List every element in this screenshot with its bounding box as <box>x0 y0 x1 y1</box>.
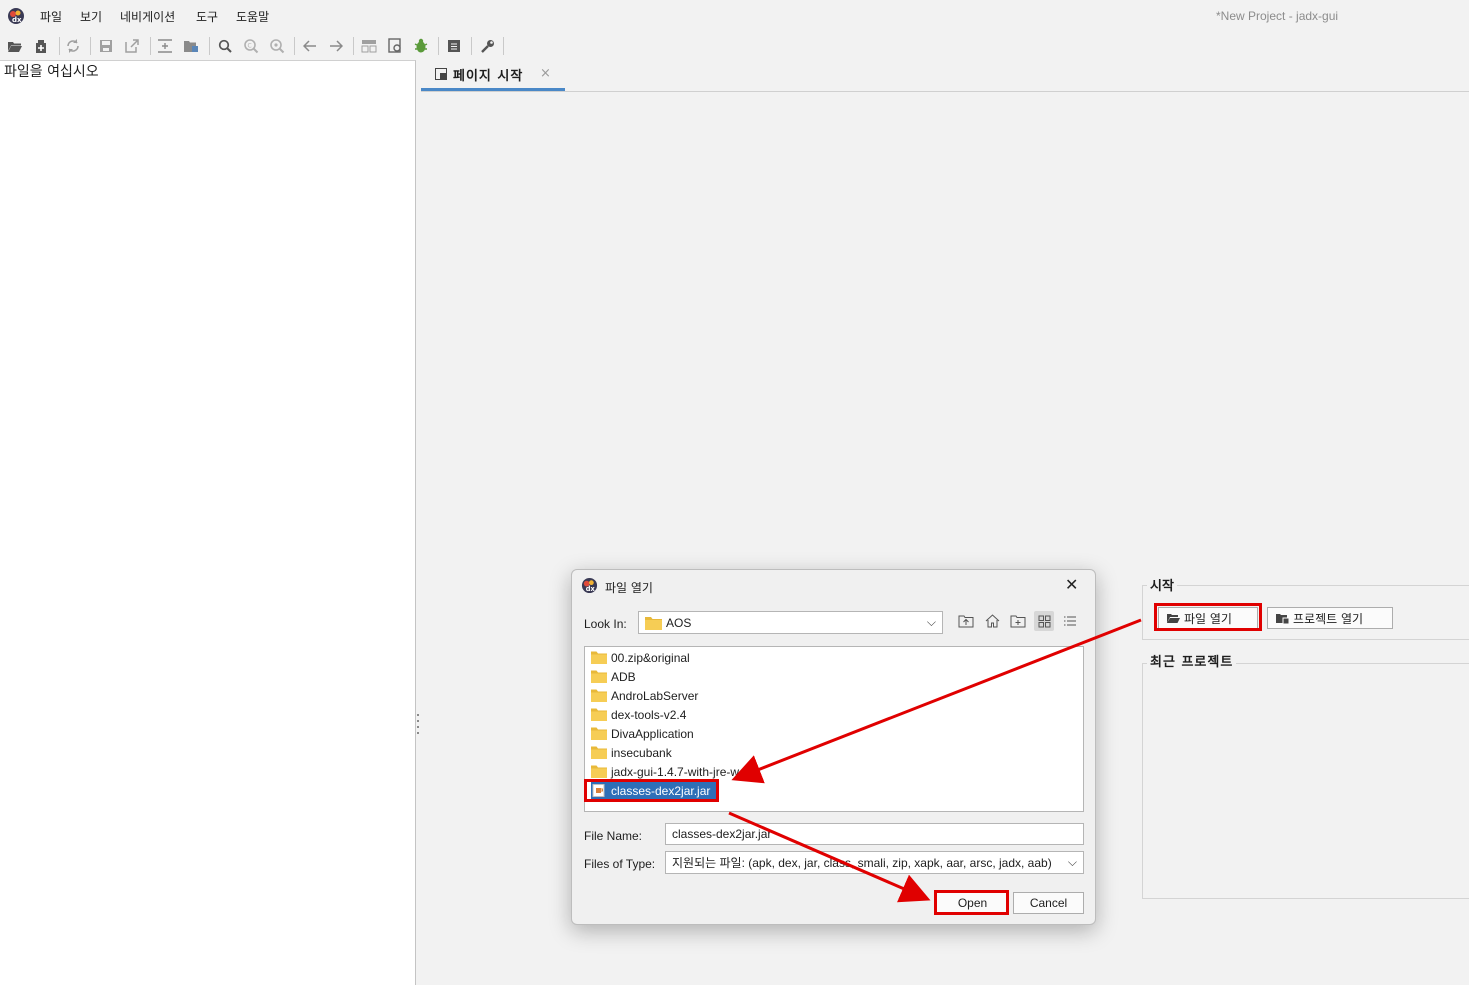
file-name: insecubank <box>611 745 672 760</box>
debugger-icon[interactable] <box>412 37 430 55</box>
folder-icon <box>591 708 607 721</box>
new-folder-icon[interactable] <box>1008 611 1028 631</box>
start-page-icon <box>435 68 447 80</box>
search-icon[interactable] <box>216 37 234 55</box>
list-item[interactable]: insecubank <box>591 743 672 762</box>
project-folder-icon <box>1276 613 1289 624</box>
find-class-icon[interactable]: C <box>242 37 260 55</box>
close-icon[interactable]: ✕ <box>1065 575 1078 594</box>
preferences-icon[interactable] <box>478 37 496 55</box>
home-icon[interactable] <box>982 611 1002 631</box>
tab-start-page[interactable]: 페이지 시작 × <box>421 60 565 91</box>
deobfuscation-icon[interactable] <box>360 37 378 55</box>
file-name: AndroLabServer <box>611 688 699 703</box>
list-view-icon[interactable] <box>1034 611 1054 631</box>
details-view-icon[interactable] <box>1060 611 1080 631</box>
open-file-label: 파일 열기 <box>1184 611 1232 626</box>
folder-icon <box>591 765 607 778</box>
list-item-selected[interactable]: classes-dex2jar.jar <box>591 781 717 800</box>
look-in-select[interactable]: AOS ⌵ <box>638 611 943 634</box>
cancel-button-label: Cancel <box>1029 896 1068 910</box>
folder-icon <box>591 651 607 664</box>
file-name: 00.zip&original <box>611 650 690 665</box>
menu-navigation[interactable]: 네비게이션 <box>120 8 175 25</box>
list-item[interactable]: dex-tools-v2.4 <box>591 705 686 724</box>
list-item[interactable]: jadx-gui-1.4.7-with-jre-w <box>591 762 739 781</box>
save-all-icon[interactable] <box>97 37 115 55</box>
svg-text:dx: dx <box>12 16 22 24</box>
find-usage-icon[interactable] <box>268 37 286 55</box>
menu-tools[interactable]: 도구 <box>196 8 218 25</box>
file-name: ADB <box>611 669 636 684</box>
back-icon[interactable] <box>301 37 319 55</box>
add-files-icon[interactable] <box>32 37 50 55</box>
chevron-down-icon: ⌵ <box>1067 855 1077 869</box>
file-name: dex-tools-v2.4 <box>611 707 687 722</box>
menu-bar: dx 파일 보기 네비게이션 도구 도움말 *New Project - jad… <box>0 0 1469 32</box>
sync-tree-icon[interactable] <box>156 37 174 55</box>
folder-icon <box>591 689 607 702</box>
svg-text:C: C <box>248 43 252 50</box>
jadx-logo-icon: dx <box>581 577 598 593</box>
open-project-label: 프로젝트 열기 <box>1293 611 1364 626</box>
file-name-field[interactable]: classes-dex2jar.jar <box>665 823 1084 845</box>
up-folder-icon[interactable] <box>956 611 976 631</box>
list-item[interactable]: DivaApplication <box>591 724 694 743</box>
jadx-logo-icon: dx <box>8 8 24 24</box>
look-in-label: Look In: <box>584 617 627 631</box>
jar-file-icon <box>592 784 605 797</box>
open-file-dialog: dx 파일 열기 ✕ Look In: AOS ⌵ 00.zip&origina… <box>571 569 1096 925</box>
toolbar: C <box>0 33 1469 59</box>
folder-open-icon <box>1167 613 1180 623</box>
file-name: jadx-gui-1.4.7-with-jre-w <box>611 764 740 779</box>
dialog-title: 파일 열기 <box>605 581 653 595</box>
folder-icon <box>591 727 607 740</box>
look-in-value: AOS <box>666 615 692 630</box>
file-name-value: classes-dex2jar.jar <box>672 827 772 841</box>
file-list[interactable]: 00.zip&original ADB AndroLabServer dex-t… <box>584 646 1084 812</box>
recent-projects-section <box>1142 663 1469 899</box>
export-icon[interactable] <box>123 37 141 55</box>
start-section-title: 시작 <box>1147 575 1177 594</box>
folder-icon <box>645 616 662 630</box>
project-tree-panel[interactable]: 파일을 여십시오 <box>0 60 416 985</box>
chevron-down-icon: ⌵ <box>926 615 936 629</box>
file-type-value: 지원되는 파일: (apk, dex, jar, class, smali, z… <box>672 856 1052 870</box>
log-viewer-icon[interactable] <box>445 37 463 55</box>
cancel-button[interactable]: Cancel <box>1013 892 1084 914</box>
file-name-label: File Name: <box>584 829 643 843</box>
list-item[interactable]: AndroLabServer <box>591 686 698 705</box>
flatten-packages-icon[interactable] <box>182 37 200 55</box>
open-button-label: Open <box>957 896 988 910</box>
folder-icon <box>591 670 607 683</box>
list-item[interactable]: ADB <box>591 667 636 686</box>
tab-label: 페이지 시작 <box>453 69 524 84</box>
open-button[interactable]: Open <box>936 892 1009 914</box>
open-project-button[interactable]: 프로젝트 열기 <box>1267 607 1393 629</box>
svg-text:dx: dx <box>586 585 596 593</box>
list-item[interactable]: 00.zip&original <box>591 648 690 667</box>
file-name: classes-dex2jar.jar <box>611 783 711 798</box>
open-file-hint: 파일을 여십시오 <box>4 64 99 80</box>
quark-icon[interactable] <box>386 37 404 55</box>
open-file-button[interactable]: 파일 열기 <box>1158 607 1258 629</box>
file-name: DivaApplication <box>611 726 694 741</box>
sync-icon[interactable] <box>64 37 82 55</box>
folder-icon <box>591 746 607 759</box>
file-type-select[interactable]: 지원되는 파일: (apk, dex, jar, class, smali, z… <box>665 851 1084 874</box>
tab-divider <box>421 91 1469 92</box>
menu-view[interactable]: 보기 <box>80 8 102 25</box>
recent-projects-title: 최근 프로젝트 <box>1147 651 1237 670</box>
forward-icon[interactable] <box>327 37 345 55</box>
splitter-handle[interactable] <box>416 714 420 734</box>
file-type-label: Files of Type: <box>584 857 656 871</box>
folder-open-icon[interactable] <box>6 37 24 55</box>
window-title: *New Project - jadx-gui <box>1216 9 1339 23</box>
menu-help[interactable]: 도움말 <box>236 8 269 25</box>
menu-file[interactable]: 파일 <box>40 8 62 25</box>
tab-close-icon[interactable]: × <box>540 66 551 81</box>
